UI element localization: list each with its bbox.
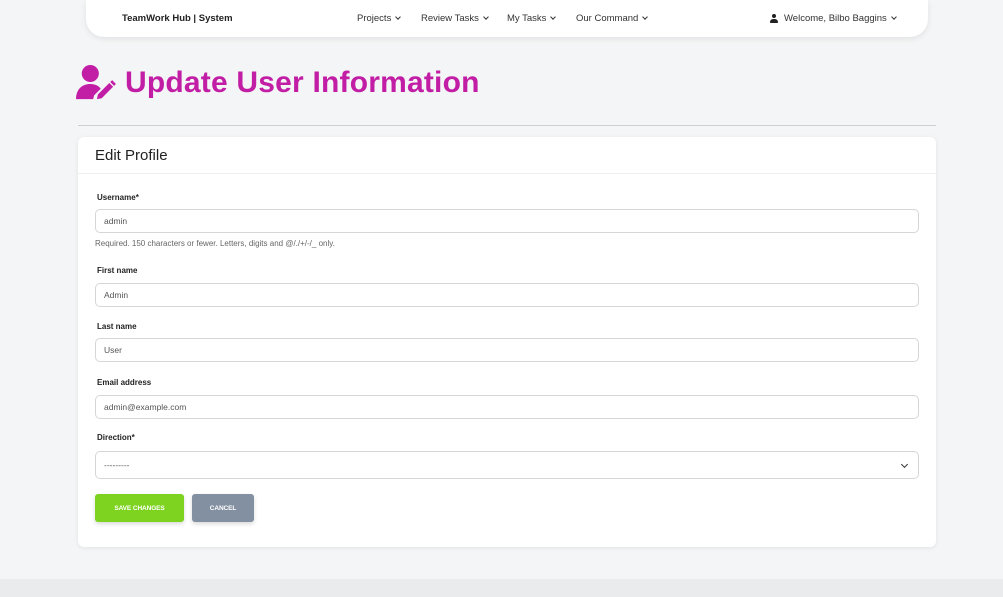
user-menu-label: Welcome, Bilbo Baggins — [784, 13, 887, 24]
page-header: Update User Information — [75, 64, 480, 102]
top-navbar: TeamWork Hub | System Projects Review Ta… — [86, 0, 928, 37]
direction-label: Direction* — [97, 433, 135, 442]
save-changes-button[interactable]: SAVE CHANGES — [95, 494, 184, 522]
nav-review-tasks-label: Review Tasks — [421, 13, 479, 24]
first-name-label: First name — [97, 266, 138, 275]
chevron-down-icon — [483, 14, 489, 20]
email-value: admin@example.com — [104, 402, 187, 412]
card-header: Edit Profile — [78, 137, 936, 174]
direction-select[interactable]: --------- — [95, 451, 919, 479]
user-edit-icon — [76, 64, 116, 100]
chevron-down-icon — [890, 14, 897, 20]
chevron-down-icon — [395, 14, 402, 20]
user-icon — [769, 14, 778, 23]
nav-review-tasks[interactable]: Review Tasks — [421, 13, 489, 24]
nav-projects[interactable]: Projects — [357, 13, 402, 24]
brand-link[interactable]: TeamWork Hub | System — [122, 13, 233, 24]
chevron-down-icon — [550, 14, 557, 20]
nav-projects-label: Projects — [357, 13, 392, 24]
cancel-button[interactable]: CANCEL — [192, 494, 254, 522]
email-field[interactable]: admin@example.com — [95, 395, 919, 419]
chevron-down-icon — [900, 460, 909, 469]
divider — [78, 125, 936, 126]
nav-my-tasks-label: My Tasks — [507, 13, 547, 24]
user-menu[interactable]: Welcome, Bilbo Baggins — [769, 13, 897, 24]
username-value: admin — [104, 216, 128, 226]
nav-our-command[interactable]: Our Command — [576, 13, 649, 24]
direction-selected-value: --------- — [104, 460, 130, 470]
last-name-label: Last name — [97, 322, 137, 331]
last-name-value: User — [104, 345, 122, 355]
username-field[interactable]: admin — [95, 209, 919, 233]
edit-profile-card: Edit Profile Username* admin Required. 1… — [78, 137, 936, 547]
username-label: Username* — [97, 193, 139, 202]
nav-our-command-label: Our Command — [576, 13, 639, 24]
nav-my-tasks[interactable]: My Tasks — [507, 13, 557, 24]
last-name-field[interactable]: User — [95, 338, 919, 362]
footer — [0, 579, 1003, 597]
username-help-text: Required. 150 characters or fewer. Lette… — [95, 239, 335, 248]
page-title: Update User Information — [125, 66, 480, 99]
email-label: Email address — [97, 378, 152, 387]
first-name-value: Admin — [104, 290, 129, 300]
first-name-field[interactable]: Admin — [95, 283, 919, 307]
chevron-down-icon — [642, 14, 649, 20]
